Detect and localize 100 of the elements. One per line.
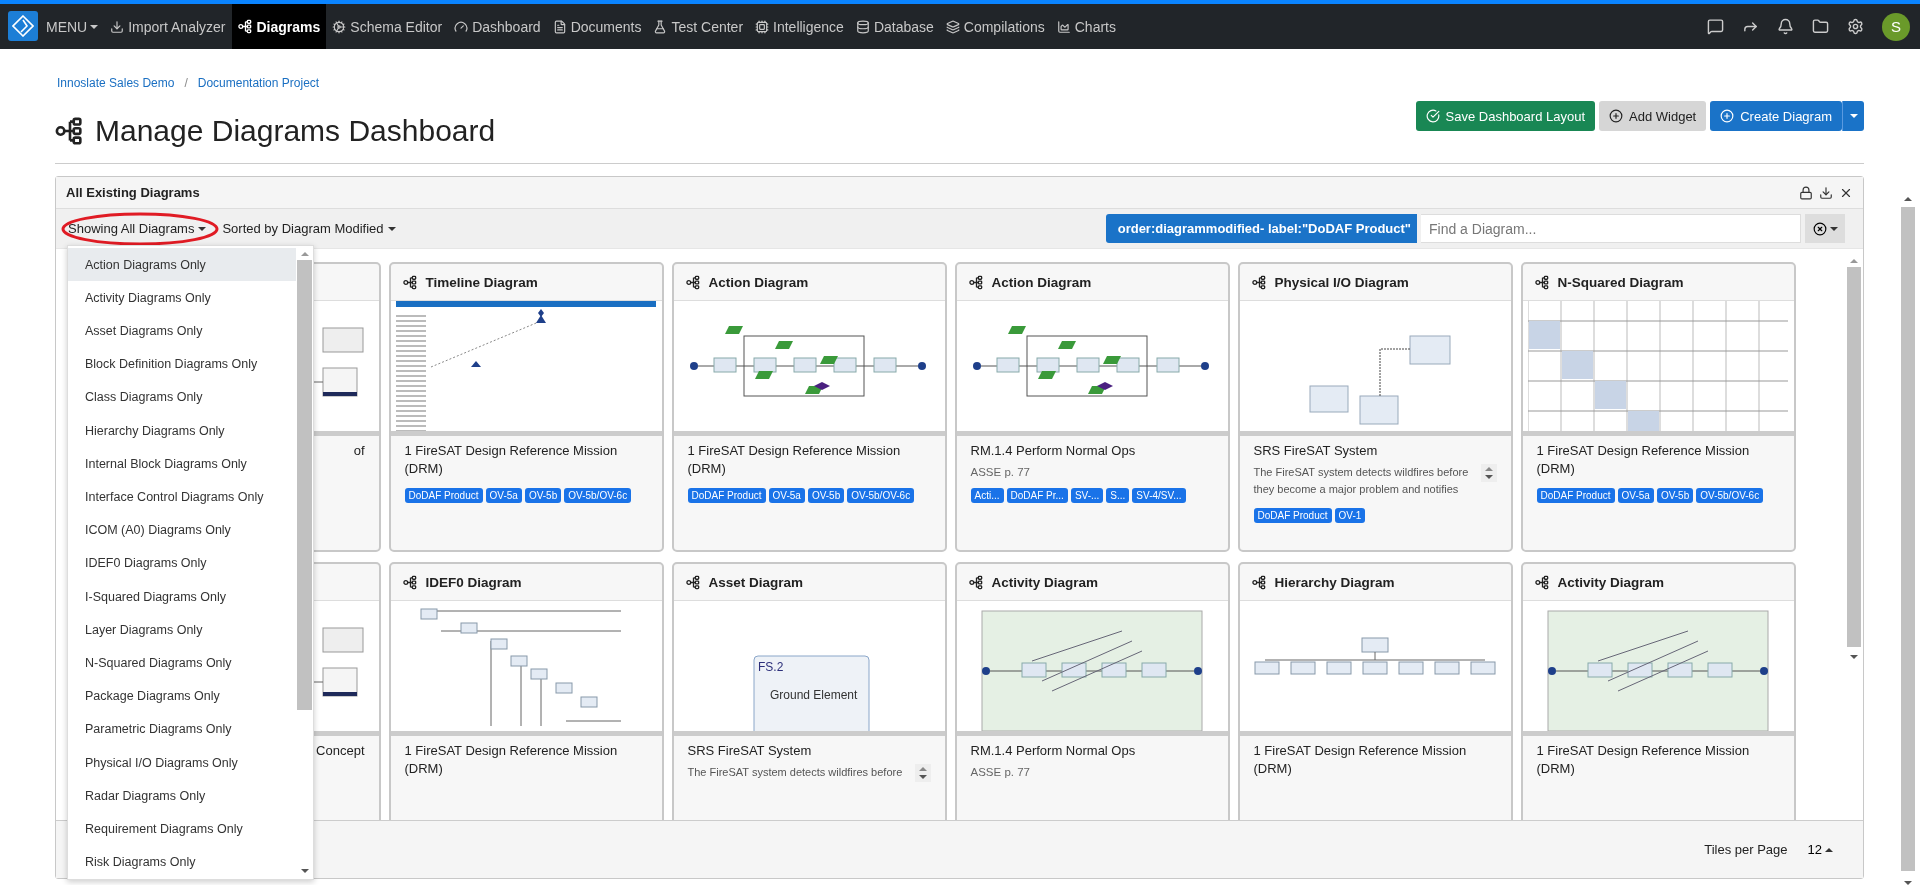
tiles-per-page-dropdown[interactable]: 12 [1801,841,1839,858]
filter-menu-item[interactable]: IDEF0 Diagrams Only [68,546,296,581]
filter-menu-item[interactable]: Hierarchy Diagrams Only [68,414,296,448]
breadcrumb-link[interactable]: Documentation Project [197,76,320,90]
filter-menu-item[interactable]: Class Diagrams Only [68,380,296,414]
diagram-card[interactable]: Physical I/O Diagram SRS FireSAT System The FireSAT system detects wildfires before they become a major problem and notifies DoDAF Product OV-1 [1237,262,1513,552]
filter-menu-item[interactable]: Asset Diagrams Only [68,314,296,348]
label-tag[interactable]: OV-5a [485,488,522,503]
card-title: Activity Diagram [991,574,1099,590]
create-options-button[interactable] [1842,101,1864,131]
diagram-name: RM.1.4 Perform Normal Ops [970,742,1137,760]
app-logo-icon[interactable] [8,11,38,41]
page-title: Manage Diagrams Dashboard [95,113,496,148]
filter-menu-item[interactable]: Parametric Diagrams Only [68,712,296,747]
label-tag[interactable]: DoDAF Product [1253,508,1332,523]
diagram-card[interactable]: Action Diagram RM.1.4 Perform Normal Ops ASSE p. 77 Acti... DoDAF Pr... SV-... S... SV-4/SV... [954,262,1230,552]
label-tag[interactable]: S... [1106,488,1130,503]
query-chip: order:diagrammodified- label:"DoDAF Product" [1105,214,1417,243]
settings-icon[interactable] [1847,18,1864,35]
diagram-name: SRS FireSAT System [1253,442,1379,460]
nav-tab[interactable]: Documents [546,4,648,49]
filter-menu-item[interactable]: ICOM (A0) Diagrams Only [68,513,296,547]
menu-dropdown[interactable]: MENU [38,4,105,49]
diagram-icon [1534,574,1550,590]
diagram-card[interactable]: Activity Diagram RM.1.4 Perform Normal Ops ASSE p. 77 [954,562,1230,820]
document-icon [552,19,567,34]
label-tag[interactable]: OV-5b/OV-6c [1696,488,1764,503]
diagram-card[interactable]: Hierarchy Diagram 1 FireSAT Design Reference Mission (DRM) [1237,562,1513,820]
label-tag[interactable]: DoDAF Pr... [1006,488,1068,503]
plus-circle-icon [1609,109,1624,123]
filter-menu-item[interactable]: Requirement Diagrams Only [68,812,296,846]
action-button[interactable]: Save Dashboard Layout [1415,101,1596,131]
diagram-name: 1 FireSAT Design Reference Mission (DRM) [404,742,619,778]
plus-circle-icon [1720,109,1735,123]
clear-search-button[interactable] [1805,214,1845,243]
nav-tab[interactable]: Compilations [939,4,1051,49]
label-tag[interactable]: OV-5b/OV-6c [847,488,915,503]
filter-menu-item[interactable]: Activity Diagrams Only [68,281,296,315]
diagram-name: SRS FireSAT System [687,742,813,760]
label-tag[interactable]: OV-5a [1617,488,1654,503]
search-field[interactable]: Find a Diagram... [1421,214,1801,243]
filter-menu-item[interactable]: Interface Control Diagrams Only [68,480,296,514]
chat-icon[interactable] [1707,18,1724,35]
action-button[interactable]: Create Diagram [1710,101,1842,131]
filter-menu-item[interactable]: Action Diagrams Only [68,248,296,282]
diagram-name: 1 FireSAT Design Reference Mission (DRM) [1253,742,1468,778]
notifications-icon[interactable] [1777,18,1794,35]
filter-menu-item[interactable]: Block Definition Diagrams Only [68,347,296,381]
diagram-card[interactable]: Action Diagram 1 FireSAT Design Reference Mission (DRM) DoDAF Product OV-5a OV-5b OV-5b/OV-6c [671,262,947,552]
sort-dropdown[interactable]: Sorted by Diagram Modified [216,217,402,240]
label-tag[interactable]: OV-1 [1334,508,1366,523]
diagram-name: 1 FireSAT Design Reference Mission (DRM) [1536,442,1751,478]
nav-tab[interactable]: Test Center [647,4,750,49]
diagram-name: of [353,442,365,460]
label-tag[interactable]: SV-... [1070,488,1104,503]
diagram-card[interactable]: Asset Diagram FS.2 Ground Element SRS FireSAT System The FireSAT system detects wildfires before [671,562,947,820]
download-icon[interactable] [1819,185,1833,200]
label-tag[interactable]: OV-5b [524,488,562,503]
label-tag[interactable]: OV-5b [1656,488,1694,503]
label-tag[interactable]: SV-4/SV... [1132,488,1186,503]
nav-tab[interactable]: Schema Editor [326,4,449,49]
description-scroll-control[interactable] [914,764,931,782]
action-button[interactable]: Add Widget [1599,101,1707,131]
filter-menu-item[interactable]: I-Squared Diagrams Only [68,580,296,614]
description-scroll-control[interactable] [1480,464,1497,482]
filter-menu-item[interactable]: Internal Block Diagrams Only [68,447,296,481]
breadcrumb-link[interactable]: Innoslate Sales Demo [57,76,175,90]
database-icon [855,19,870,34]
label-tag[interactable]: DoDAF Product [687,488,766,503]
nav-tab[interactable]: Database [849,4,940,49]
filter-menu-item[interactable]: Physical I/O Diagrams Only [68,746,296,780]
nav-tab[interactable]: Charts [1050,4,1122,49]
filter-menu-item[interactable]: Layer Diagrams Only [68,613,296,647]
filter-menu-item[interactable]: Risk Diagrams Only [68,845,296,879]
folder-icon[interactable] [1812,18,1829,35]
diagram-name: 1 FireSAT Design Reference Mission (DRM) [404,442,619,478]
lock-icon[interactable] [1799,185,1813,200]
nav-tab[interactable]: Diagrams [231,4,327,49]
card-title: Hierarchy Diagram [1274,574,1395,590]
diagram-card[interactable]: N-Squared Diagram 1 FireSAT Design Reference Mission (DRM) DoDAF Product OV-5a OV-5b OV-5b/OV-6c [1520,262,1796,552]
label-tag[interactable]: DoDAF Product [404,488,483,503]
label-tag[interactable]: Acti... [970,488,1004,503]
diagram-icon [685,574,701,590]
diagram-card[interactable]: Activity Diagram 1 FireSAT Design Reference Mission (DRM) [1520,562,1796,820]
nav-tab[interactable]: Intelligence [749,4,850,49]
nav-tab[interactable]: Dashboard [448,4,547,49]
nav-tab[interactable]: Import Analyzer [104,4,232,49]
label-tag[interactable]: OV-5b/OV-6c [564,488,632,503]
filter-menu-item[interactable]: Package Diagrams Only [68,679,296,713]
label-tag[interactable]: DoDAF Product [1536,488,1615,503]
label-tag[interactable]: OV-5b [807,488,845,503]
diagram-card[interactable]: Timeline Diagram 1 FireSAT Design Reference Mission (DRM) DoDAF Product OV-5a OV-5b OV-5b/OV-6c [388,262,664,552]
diagram-source: ASSE p. 77 [970,766,1031,778]
diagram-card[interactable]: IDEF0 Diagram 1 FireSAT Design Reference Mission (DRM) [388,562,664,820]
flask-icon [653,19,668,34]
filter-menu-item[interactable]: N-Squared Diagrams Only [68,646,296,680]
diagram-title-icon [55,115,85,146]
gears-icon [332,19,347,34]
filter-menu-item[interactable]: Radar Diagrams Only [68,779,296,813]
label-tag[interactable]: OV-5a [768,488,805,503]
